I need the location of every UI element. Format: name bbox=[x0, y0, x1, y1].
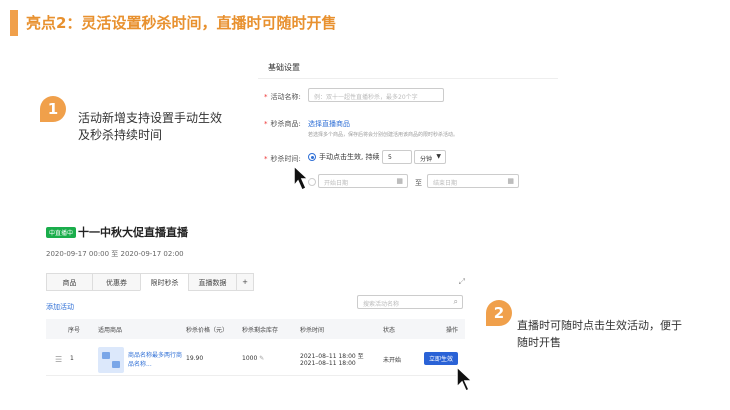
select-live-goods-link[interactable]: 选择直播商品 bbox=[308, 119, 350, 129]
goods-thumbnail bbox=[98, 347, 124, 373]
end-date-input[interactable]: 结束日期 ▦ bbox=[427, 174, 519, 188]
live-room-panel: 中直播中 十一中秋大促直播直播 2020-09-17 00:00 至 2020-… bbox=[44, 222, 469, 400]
caret-down-icon: ▼ bbox=[436, 153, 441, 160]
note-1: 活动新增支持设置手动生效 及秒杀持续时间 bbox=[78, 110, 222, 144]
step-badge-2: 2 bbox=[486, 300, 512, 326]
manual-effect-radio[interactable]: 手动点击生效, 持续 bbox=[308, 152, 379, 162]
seckill-time-label: * 秒杀时间: bbox=[264, 155, 301, 163]
start-date-input[interactable]: 开始日期 ▦ bbox=[318, 174, 408, 188]
calendar-icon: ▦ bbox=[507, 177, 514, 185]
activity-search-input[interactable]: 搜索活动名称 ⌕ bbox=[357, 295, 463, 309]
activity-name-label: * 活动名称: bbox=[264, 93, 301, 101]
note-2-line-2: 随时开售 bbox=[517, 336, 561, 349]
live-title: 十一中秋大促直播直播 bbox=[78, 226, 188, 239]
col-stock: 秒杀剩余库存 bbox=[242, 327, 279, 334]
note-1-line-1: 活动新增支持设置手动生效 bbox=[78, 111, 223, 125]
form-title: 基础设置 bbox=[268, 63, 300, 72]
activity-name-input[interactable]: 例：双十一超性直播秒杀，最多20个字 bbox=[308, 88, 444, 102]
drag-handle-icon[interactable]: ☰ bbox=[55, 355, 62, 364]
tab-add[interactable]: + bbox=[236, 273, 254, 291]
add-activity-link[interactable]: 添加活动 bbox=[46, 302, 74, 312]
tab-live-data[interactable]: 直播数据 bbox=[188, 273, 236, 291]
duration-input[interactable]: 5 bbox=[382, 150, 412, 164]
seckill-goods-label: * 秒杀商品: bbox=[264, 120, 301, 128]
live-tabs: 商品 优惠券 限时秒杀 直播数据 + bbox=[46, 273, 254, 291]
row-index: 1 bbox=[70, 355, 74, 362]
tab-coupons[interactable]: 优惠券 bbox=[92, 273, 140, 291]
live-status-tag: 中直播中 bbox=[46, 227, 77, 238]
live-time-range: 2020-09-17 00:00 至 2020-09-17 02:00 bbox=[46, 250, 184, 258]
thumbnail-placeholder-icon bbox=[112, 361, 120, 368]
col-time: 秒杀时间 bbox=[300, 327, 325, 334]
goods-hint: 若选择多个商品，保存后将会分别创建活用该商品的限时秒杀活动。 bbox=[308, 132, 459, 138]
search-icon: ⌕ bbox=[453, 297, 458, 306]
col-price: 秒杀价格（元） bbox=[186, 327, 229, 334]
to-label: 至 bbox=[415, 179, 422, 187]
header-accent-bar bbox=[10, 10, 18, 36]
goods-name-link[interactable]: 商品名称最多两行商品名称... bbox=[128, 351, 186, 369]
note-2-line-1: 直播时可随时点击生效活动，便于 bbox=[517, 319, 682, 332]
edit-pencil-icon[interactable]: ✎ bbox=[259, 355, 264, 362]
duration-unit-select[interactable]: 分钟 ▼ bbox=[414, 150, 446, 164]
tab-goods[interactable]: 商品 bbox=[46, 273, 92, 291]
page-title: 亮点2：灵活设置秒杀时间，直播时可随时开售 bbox=[26, 14, 337, 32]
col-index: 序号 bbox=[68, 327, 81, 334]
form-divider bbox=[258, 78, 558, 79]
row-time-end: 2021–08–11 18:00 bbox=[300, 360, 356, 367]
calendar-icon: ▦ bbox=[396, 177, 403, 185]
mouse-pointer-icon bbox=[293, 164, 310, 192]
col-action: 操作 bbox=[446, 327, 459, 334]
row-stock: 1000 ✎ bbox=[242, 355, 265, 362]
radio-selected-icon bbox=[308, 153, 316, 161]
table-header: 序号 适用商品 秒杀价格（元） 秒杀剩余库存 秒杀时间 状态 操作 bbox=[46, 319, 465, 339]
row-time-start: 2021–08–11 18:00 至 bbox=[300, 353, 364, 360]
note-2: 直播时可随时点击生效活动，便于 随时开售 bbox=[517, 317, 682, 351]
step-badge-1: 1 bbox=[40, 96, 66, 122]
row-price: 19.90 bbox=[186, 355, 204, 362]
expand-icon[interactable]: ⤢ bbox=[459, 277, 465, 287]
note-1-line-2: 及秒杀持续时间 bbox=[78, 128, 163, 142]
col-goods: 适用商品 bbox=[98, 327, 123, 334]
col-status: 状态 bbox=[383, 327, 396, 334]
tab-flash-sale[interactable]: 限时秒杀 bbox=[140, 273, 188, 291]
table-row: ☰ 1 商品名称最多两行商品名称... 19.90 1000 ✎ 2021–08… bbox=[46, 342, 465, 376]
thumbnail-placeholder-icon bbox=[102, 352, 110, 359]
activate-now-button[interactable]: 立即生效 bbox=[424, 352, 459, 365]
row-status: 未开始 bbox=[383, 357, 402, 364]
mouse-pointer-icon bbox=[456, 366, 474, 393]
